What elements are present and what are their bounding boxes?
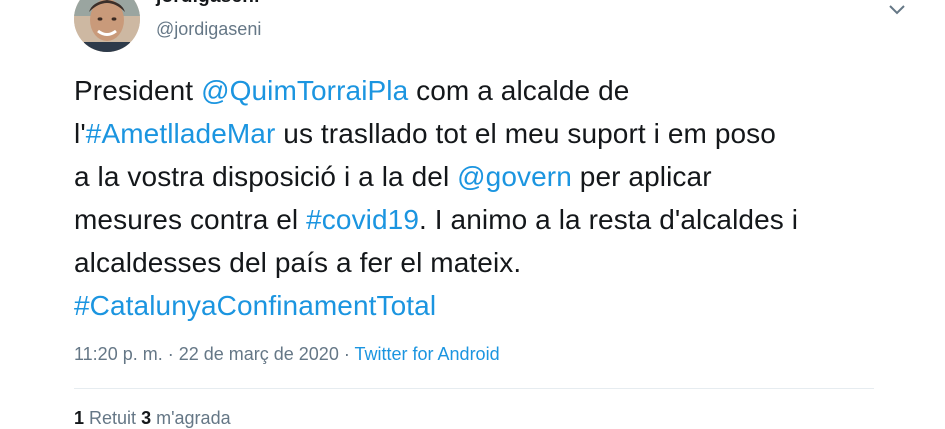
tweet-text: President @QuimTorraiPla com a alcalde d… [74, 69, 874, 327]
mention-link[interactable]: @QuimTorraiPla [201, 75, 408, 106]
tweet-text-line: a la vostra disposició i a la del @gover… [74, 155, 874, 198]
tweet-text-line: #CatalunyaConfinamentTotal [74, 284, 874, 327]
person-photo-avatar-icon [74, 0, 140, 52]
tweet-time[interactable]: 11:20 p. m. [74, 344, 163, 364]
mention-link[interactable]: @govern [457, 161, 572, 192]
tweet-text-segment: a la vostra disposició i a la del [74, 161, 458, 192]
tweet-text-segment: alcaldesses del país a fer el mateix. [74, 247, 522, 278]
tweet-card: jordigaseni @jordigaseni President @Quim… [0, 0, 945, 428]
tweet-text-segment: mesures contra el [74, 204, 307, 235]
tweet-text-line: l'#AmetlladeMar us trasllado tot el meu … [74, 112, 874, 155]
hashtag-link[interactable]: #covid19 [306, 204, 419, 235]
hashtag-link[interactable]: #CatalunyaConfinamentTotal [74, 290, 436, 321]
tweet-text-line: mesures contra el #covid19. I animo a la… [74, 198, 874, 241]
tweet-text-segment: . I animo a la resta d'alcaldes i [419, 204, 799, 235]
author-display-name[interactable]: jordigaseni [156, 0, 260, 8]
hashtag-link[interactable]: #AmetlladeMar [86, 118, 276, 149]
tweet-text-line: alcaldesses del país a fer el mateix. [74, 241, 874, 284]
tweet-source-link[interactable]: Twitter for Android [355, 344, 500, 364]
tweet-text-segment: us trasllado tot el meu suport i em poso [275, 118, 776, 149]
author-handle[interactable]: @jordigaseni [156, 19, 261, 40]
likes-label[interactable]: m'agrada [156, 408, 230, 428]
tweet-text-segment: President [74, 75, 202, 106]
retweets-label[interactable]: Retuit [89, 408, 136, 428]
meta-separator: · [338, 344, 355, 364]
likes-count[interactable]: 3 [141, 408, 151, 428]
tweet-text-segment: l' [74, 118, 86, 149]
meta-separator: · [162, 344, 179, 364]
avatar[interactable] [74, 0, 140, 52]
retweets-count[interactable]: 1 [74, 408, 84, 428]
tweet-text-line: President @QuimTorraiPla com a alcalde d… [74, 69, 874, 112]
tweet-text-segment: per aplicar [571, 161, 712, 192]
tweet-date[interactable]: 22 de març de 2020 [179, 344, 339, 364]
tweet-text-segment: com a alcalde de [408, 75, 630, 106]
tweet-stats: 1 Retuit 3 m'agrada [74, 408, 231, 429]
chevron-down-icon[interactable] [885, 0, 909, 20]
tweet-meta: 11:20 p. m. · 22 de març de 2020 · Twitt… [74, 344, 500, 365]
divider [74, 388, 874, 389]
